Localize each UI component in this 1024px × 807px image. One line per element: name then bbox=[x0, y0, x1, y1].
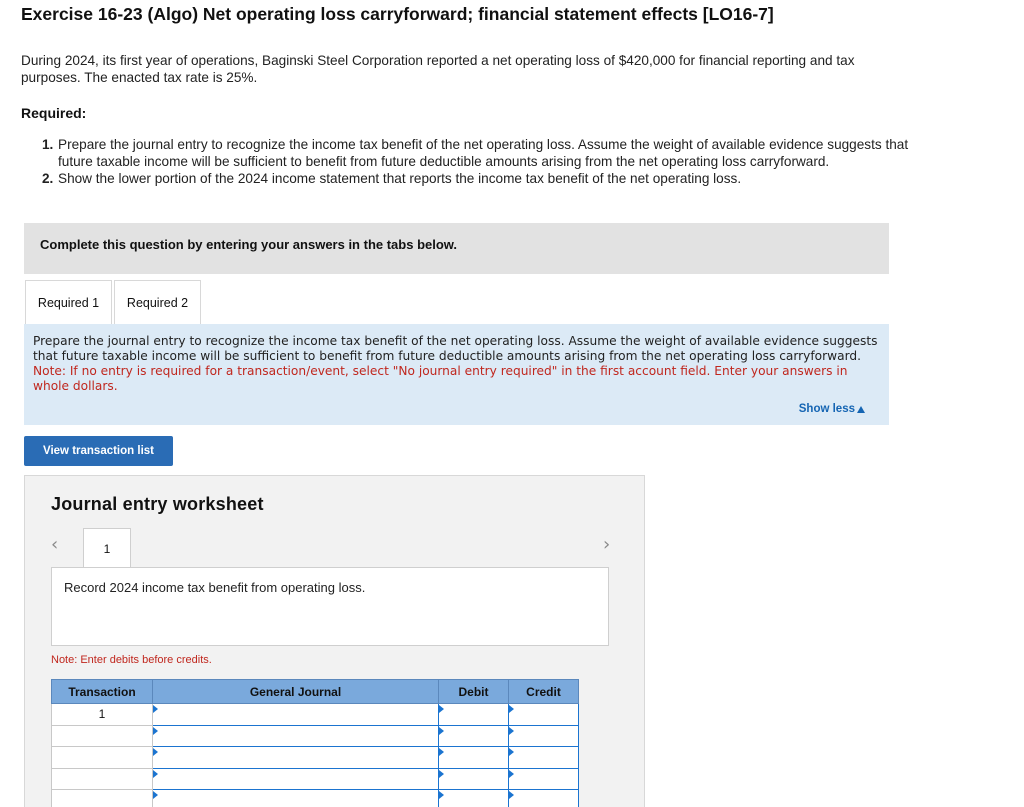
entry-tab-1[interactable]: 1 bbox=[83, 528, 131, 568]
transaction-cell bbox=[51, 767, 153, 790]
instructions-note: Note: If no entry is required for a tran… bbox=[33, 364, 848, 393]
transaction-cell: 1 bbox=[51, 703, 153, 726]
complete-prompt-banner: Complete this question by entering your … bbox=[24, 223, 889, 274]
table-row bbox=[51, 746, 579, 769]
instructions-panel: Prepare the journal entry to recognize t… bbox=[24, 324, 889, 425]
debit-input[interactable] bbox=[438, 703, 509, 726]
debit-input[interactable] bbox=[438, 746, 509, 769]
transaction-cell bbox=[51, 724, 153, 747]
requirement-number: 1. bbox=[42, 137, 54, 152]
triangle-up-icon bbox=[857, 405, 865, 413]
table-row bbox=[51, 789, 579, 807]
general-journal-input[interactable] bbox=[152, 746, 439, 769]
transaction-cell bbox=[51, 746, 153, 769]
requirement-item: 1. Prepare the journal entry to recogniz… bbox=[42, 136, 912, 170]
tab-required-1[interactable]: Required 1 bbox=[25, 280, 112, 324]
table-row bbox=[51, 724, 579, 747]
column-header-credit: Credit bbox=[508, 679, 579, 704]
show-less-label: Show less bbox=[798, 403, 855, 415]
debits-note: Note: Enter debits before credits. bbox=[51, 654, 212, 666]
debit-input[interactable] bbox=[438, 789, 509, 807]
entry-description-box: Record 2024 income tax benefit from oper… bbox=[51, 567, 609, 646]
instructions-text: Prepare the journal entry to recognize t… bbox=[33, 334, 883, 394]
chevron-left-icon[interactable]: ‹ bbox=[51, 534, 58, 555]
credit-input[interactable] bbox=[508, 767, 579, 790]
entry-description: Record 2024 income tax benefit from oper… bbox=[64, 580, 366, 595]
table-row: 1 bbox=[51, 703, 579, 726]
requirement-text: Prepare the journal entry to recognize t… bbox=[58, 137, 909, 169]
column-header-general-journal: General Journal bbox=[152, 679, 439, 704]
page-title: Exercise 16-23 (Algo) Net operating loss… bbox=[21, 4, 774, 24]
column-header-debit: Debit bbox=[438, 679, 509, 704]
general-journal-input[interactable] bbox=[152, 724, 439, 747]
required-heading: Required: bbox=[21, 105, 87, 121]
complete-prompt-text: Complete this question by entering your … bbox=[40, 237, 458, 252]
transaction-cell bbox=[51, 789, 153, 807]
debit-input[interactable] bbox=[438, 724, 509, 747]
show-less-link[interactable]: Show less bbox=[799, 403, 865, 415]
credit-input[interactable] bbox=[508, 724, 579, 747]
general-journal-input[interactable] bbox=[152, 703, 439, 726]
credit-input[interactable] bbox=[508, 703, 579, 726]
credit-input[interactable] bbox=[508, 789, 579, 807]
debit-input[interactable] bbox=[438, 767, 509, 790]
requirement-text: Show the lower portion of the 2024 incom… bbox=[58, 171, 742, 186]
view-transaction-list-button[interactable]: View transaction list bbox=[24, 436, 173, 466]
journal-entry-table: Transaction General Journal Debit Credit… bbox=[51, 679, 579, 807]
table-row bbox=[51, 767, 579, 790]
requirement-number: 2. bbox=[42, 171, 54, 186]
problem-intro: During 2024, its first year of operation… bbox=[21, 53, 855, 85]
journal-entry-worksheet: Journal entry worksheet ‹ 1 › Record 202… bbox=[24, 475, 645, 807]
chevron-right-icon[interactable]: › bbox=[603, 534, 610, 555]
credit-input[interactable] bbox=[508, 746, 579, 769]
general-journal-input[interactable] bbox=[152, 767, 439, 790]
requirement-item: 2. Show the lower portion of the 2024 in… bbox=[42, 170, 912, 187]
tab-required-2[interactable]: Required 2 bbox=[114, 280, 201, 324]
instructions-main: Prepare the journal entry to recognize t… bbox=[33, 334, 878, 363]
general-journal-input[interactable] bbox=[152, 789, 439, 807]
requirements-list: 1. Prepare the journal entry to recogniz… bbox=[42, 136, 912, 187]
column-header-transaction: Transaction bbox=[51, 679, 153, 704]
worksheet-title: Journal entry worksheet bbox=[51, 494, 264, 514]
